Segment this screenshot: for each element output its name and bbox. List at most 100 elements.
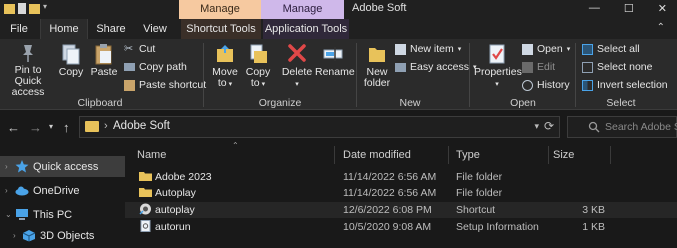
history-button[interactable]: History: [522, 79, 570, 91]
address-bar-row: ← → ▾ ↑ › Adobe Soft ▾ ⟳ Search Adobe So…: [0, 111, 677, 143]
address-path[interactable]: Adobe Soft: [113, 120, 170, 132]
close-button[interactable]: ✕: [658, 2, 667, 15]
select-group-label: Select: [606, 97, 636, 109]
new-folder-icon[interactable]: [29, 4, 40, 14]
invert-selection-button[interactable]: Invert selection: [582, 79, 668, 91]
chevron-down-icon[interactable]: ▾: [534, 121, 539, 132]
context-tab-manage-shortcut[interactable]: Manage: [179, 0, 261, 19]
chevron-right-icon[interactable]: ›: [104, 120, 108, 132]
organize-group-label: Organize: [258, 97, 302, 109]
properties-label: Properties: [474, 66, 522, 78]
file-name: autorun: [155, 221, 191, 233]
history-label: History: [537, 79, 570, 91]
column-divider[interactable]: [334, 146, 335, 164]
copy-button[interactable]: Copy: [58, 43, 84, 78]
monitor-icon: [16, 209, 28, 220]
open-button[interactable]: Open ▾: [522, 43, 570, 55]
column-divider[interactable]: [610, 146, 611, 164]
table-row[interactable]: Adobe 2023 11/14/2022 6:56 AM File folde…: [125, 169, 677, 185]
back-arrow-icon[interactable]: ←: [7, 120, 20, 135]
paste-shortcut-button[interactable]: Paste shortcut: [124, 79, 206, 91]
search-box[interactable]: Search Adobe Soft: [567, 116, 677, 138]
tab-shortcut-tools[interactable]: Shortcut Tools: [181, 19, 261, 39]
nav-item-3d-objects[interactable]: › 3D Objects: [0, 225, 125, 246]
nav-item-this-pc[interactable]: ⌄ This PC: [0, 204, 125, 225]
chevron-right-icon[interactable]: ›: [5, 162, 8, 171]
tab-application-tools[interactable]: Application Tools: [263, 19, 349, 39]
paste-button[interactable]: Paste: [89, 43, 119, 78]
open-group-label: Open: [510, 97, 536, 109]
column-divider[interactable]: [448, 146, 449, 164]
pin-to-quick-access-button[interactable]: Pin to Quick access: [2, 43, 54, 98]
copy-to-icon: [250, 44, 267, 63]
delete-button[interactable]: Delete ▾: [281, 43, 313, 90]
column-header-date-modified[interactable]: Date modified: [343, 149, 411, 161]
folder-icon: [4, 4, 15, 14]
select-all-button[interactable]: Select all: [582, 43, 640, 55]
column-header-type[interactable]: Type: [456, 149, 480, 161]
chevron-down-icon[interactable]: ▾: [49, 122, 53, 131]
settings-file-icon: [140, 220, 151, 232]
select-none-button[interactable]: Select none: [582, 61, 652, 73]
clipboard-group-label: Clipboard: [77, 97, 123, 109]
table-row[interactable]: autoplay 12/6/2022 6:08 PM Shortcut 3 KB: [125, 202, 677, 218]
new-folder-button[interactable]: New folder: [361, 43, 393, 89]
context-tab-manage-app[interactable]: Manage: [261, 0, 344, 19]
column-header-name[interactable]: Name: [137, 149, 166, 161]
move-to-button[interactable]: Move to ▾: [210, 43, 240, 90]
refresh-icon[interactable]: ⟳: [544, 119, 554, 133]
open-icon: [522, 43, 533, 55]
history-icon: [522, 79, 533, 91]
ribbon-divider: [356, 43, 357, 107]
pin-label-1: Pin to Quick: [14, 64, 42, 87]
tab-home[interactable]: Home: [40, 19, 88, 39]
pin-icon: [23, 45, 33, 62]
edit-button[interactable]: Edit: [522, 61, 555, 73]
easy-access-button[interactable]: Easy access ▾: [395, 61, 476, 73]
column-divider[interactable]: [548, 146, 549, 164]
move-to-icon: [217, 45, 233, 62]
properties-button[interactable]: Properties ▾: [474, 43, 522, 90]
cut-button[interactable]: ✂ Cut: [124, 43, 155, 55]
select-all-label: Select all: [597, 43, 640, 55]
minimize-button[interactable]: —: [589, 2, 600, 15]
chevron-down-icon[interactable]: ▾: [43, 2, 47, 15]
table-row[interactable]: Autoplay 11/14/2022 6:56 AM File folder: [125, 185, 677, 201]
title-bar: ▾ Manage Manage Adobe Soft — ☐ ✕: [0, 0, 677, 19]
chevron-down-icon[interactable]: ⌄: [5, 210, 12, 219]
address-bar[interactable]: › Adobe Soft ▾ ⟳: [79, 116, 560, 138]
column-name-label: Name: [137, 149, 167, 161]
up-arrow-icon[interactable]: ↑: [63, 120, 70, 135]
chevron-up-icon[interactable]: ⌃: [657, 22, 665, 33]
chevron-right-icon[interactable]: ›: [13, 231, 16, 240]
search-icon: [588, 121, 600, 133]
copy-path-button[interactable]: Copy path: [124, 61, 187, 73]
paste-label: Paste: [90, 66, 118, 78]
navigation-pane: › Quick access › OneDrive ⌄ This PC › 3D…: [0, 143, 125, 248]
maximize-button[interactable]: ☐: [624, 2, 634, 15]
tab-share[interactable]: Share: [89, 19, 133, 39]
properties-icon[interactable]: [18, 3, 26, 14]
delete-label: Delete: [281, 66, 313, 78]
forward-arrow-icon[interactable]: →: [29, 120, 42, 135]
tab-view[interactable]: View: [133, 19, 177, 39]
star-icon: [15, 160, 29, 173]
rename-button[interactable]: Rename: [315, 43, 355, 78]
new-item-button[interactable]: New item ▾: [395, 43, 461, 55]
nav-item-quick-access[interactable]: › Quick access: [0, 156, 125, 177]
new-group-label: New: [399, 97, 421, 109]
tab-file[interactable]: File: [2, 19, 36, 39]
chevron-down-icon: ▾: [295, 81, 299, 88]
select-none-label: Select none: [597, 61, 653, 73]
copy-to-button[interactable]: Copy to ▾: [243, 43, 273, 90]
nav-item-onedrive[interactable]: › OneDrive: [0, 180, 125, 201]
file-size: 1 KB: [582, 221, 605, 233]
table-row[interactable]: autorun 10/5/2020 9:08 AM Setup Informat…: [125, 219, 677, 235]
move-to-label-2: to: [217, 77, 227, 89]
folder-icon: [139, 172, 152, 181]
chevron-right-icon[interactable]: ›: [5, 186, 8, 195]
nav-label: Quick access: [33, 160, 99, 173]
new-item-label: New item: [410, 43, 454, 55]
column-date-label: Date modified: [343, 149, 411, 161]
column-header-size[interactable]: Size: [553, 149, 574, 161]
